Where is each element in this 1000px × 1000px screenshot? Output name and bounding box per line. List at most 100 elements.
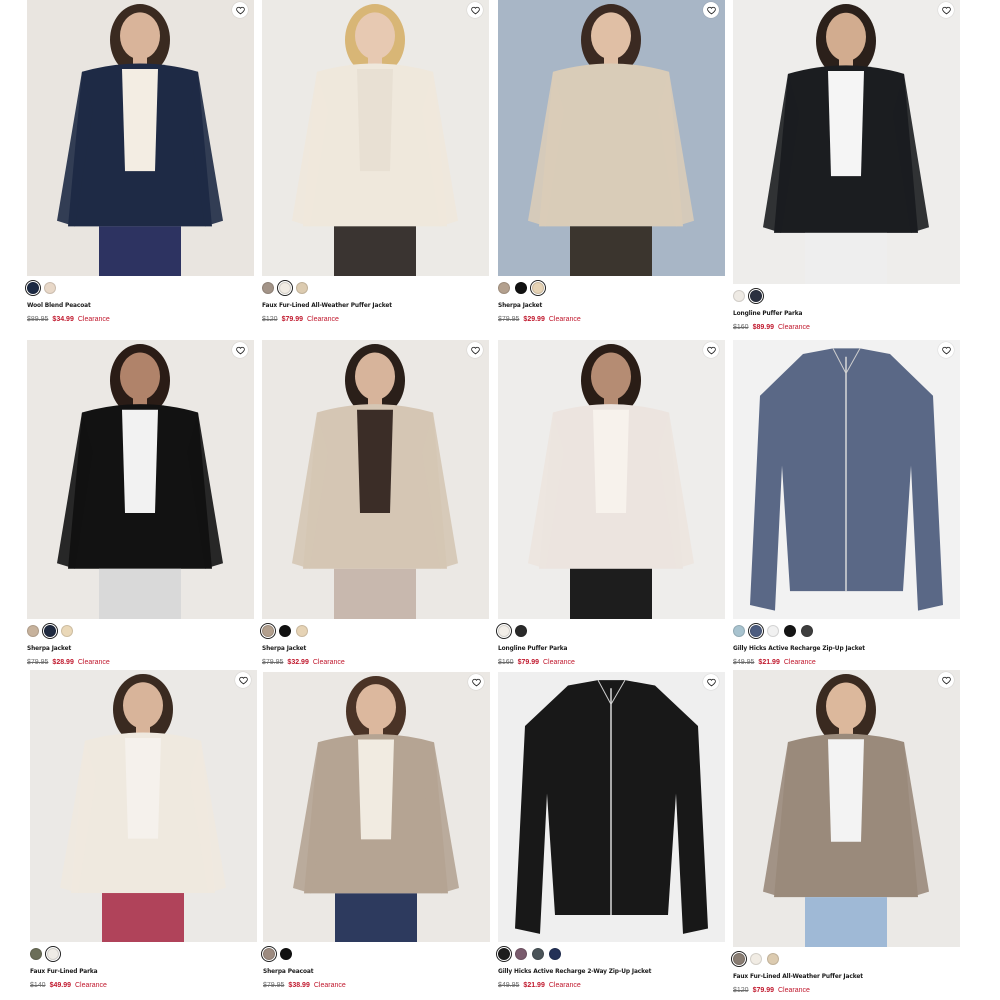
product-image[interactable] — [733, 340, 960, 619]
product-card[interactable]: Faux Fur-Lined Parka $140 $49.99 Clearance — [30, 670, 257, 995]
favorite-heart-icon[interactable] — [703, 342, 719, 358]
sale-price: $79.99 — [281, 316, 303, 323]
color-swatch[interactable] — [733, 625, 745, 637]
favorite-heart-icon[interactable] — [468, 674, 484, 690]
sale-price: $29.99 — [523, 316, 545, 323]
color-swatches — [262, 280, 489, 296]
product-name[interactable]: Faux Fur-Lined Parka — [30, 967, 257, 975]
product-name[interactable]: Faux Fur-Lined All-Weather Puffer Jacket — [733, 972, 960, 980]
product-image[interactable] — [733, 0, 960, 284]
color-swatch[interactable] — [279, 625, 291, 637]
product-image[interactable] — [263, 672, 490, 942]
color-swatch[interactable] — [296, 625, 308, 637]
color-swatch[interactable] — [515, 948, 527, 960]
product-prices: $79.95 $28.99 Clearance — [27, 659, 254, 666]
color-swatch[interactable] — [549, 948, 561, 960]
favorite-heart-icon[interactable] — [235, 672, 251, 688]
color-swatches — [498, 280, 725, 296]
color-swatch[interactable] — [44, 282, 56, 294]
color-swatch[interactable] — [530, 280, 546, 296]
color-swatch[interactable] — [750, 953, 762, 965]
color-swatch[interactable] — [61, 625, 73, 637]
color-swatch[interactable] — [767, 625, 779, 637]
color-swatch[interactable] — [261, 946, 277, 962]
product-name[interactable]: Sherpa Jacket — [262, 644, 489, 652]
product-card[interactable]: Sherpa Jacket $79.95 $32.99 Clearance — [260, 340, 489, 672]
color-swatch[interactable] — [30, 948, 42, 960]
product-card[interactable]: Faux Fur-Lined All-Weather Puffer Jacket… — [262, 0, 489, 329]
color-swatch[interactable] — [748, 623, 764, 639]
product-card[interactable]: Sherpa Jacket $79.95 $28.99 Clearance — [27, 340, 254, 672]
product-name[interactable]: Longline Puffer Parka — [733, 309, 960, 317]
color-swatch[interactable] — [801, 625, 813, 637]
product-name[interactable]: Wool Blend Peacoat — [27, 301, 254, 309]
sale-price: $28.99 — [52, 659, 74, 666]
product-name[interactable]: Sherpa Jacket — [498, 301, 725, 309]
product-name[interactable]: Gilly Hicks Active Recharge 2-Way Zip-Up… — [498, 967, 725, 975]
color-swatch[interactable] — [496, 946, 512, 962]
product-name[interactable]: Faux Fur-Lined All-Weather Puffer Jacket — [262, 301, 489, 309]
favorite-heart-icon[interactable] — [703, 2, 719, 18]
original-price: $120 — [733, 987, 749, 994]
product-info: Gilly Hicks Active Recharge Zip-Up Jacke… — [733, 619, 960, 672]
color-swatch[interactable] — [731, 951, 747, 967]
product-image[interactable] — [262, 340, 489, 619]
product-name[interactable]: Longline Puffer Parka — [498, 644, 725, 652]
color-swatch[interactable] — [532, 948, 544, 960]
favorite-heart-icon[interactable] — [232, 2, 248, 18]
sale-price: $89.99 — [752, 324, 774, 331]
favorite-heart-icon[interactable] — [232, 342, 248, 358]
original-price: $79.95 — [262, 659, 284, 666]
product-image[interactable] — [27, 340, 254, 619]
color-swatch[interactable] — [260, 623, 276, 639]
product-image[interactable] — [27, 0, 254, 276]
sale-price: $21.99 — [758, 659, 780, 666]
product-image[interactable] — [498, 672, 725, 942]
color-swatch[interactable] — [262, 282, 274, 294]
product-name[interactable]: Gilly Hicks Active Recharge Zip-Up Jacke… — [733, 644, 960, 652]
product-grid: Wool Blend Peacoat $89.95 $34.99 Clearance … — [0, 0, 1000, 1000]
product-image[interactable] — [262, 0, 489, 276]
product-card[interactable]: Longline Puffer Parka $160 $79.99 Clearance — [496, 340, 725, 672]
clearance-label: Clearance — [307, 316, 339, 323]
product-card[interactable]: Wool Blend Peacoat $89.95 $34.99 Clearance — [25, 0, 254, 329]
product-image[interactable] — [498, 0, 725, 276]
favorite-heart-icon[interactable] — [467, 342, 483, 358]
color-swatch[interactable] — [280, 948, 292, 960]
product-card[interactable]: Sherpa Peacoat $79.95 $38.99 Clearance — [261, 672, 490, 995]
favorite-heart-icon[interactable] — [938, 672, 954, 688]
color-swatch[interactable] — [277, 280, 293, 296]
product-info: Longline Puffer Parka $160 $79.99 Clearance — [496, 619, 725, 672]
color-swatch[interactable] — [515, 282, 527, 294]
product-image[interactable] — [498, 340, 725, 619]
sale-price: $79.99 — [517, 659, 539, 666]
color-swatch[interactable] — [296, 282, 308, 294]
color-swatch[interactable] — [42, 623, 58, 639]
color-swatch[interactable] — [496, 623, 512, 639]
product-card[interactable]: Gilly Hicks Active Recharge 2-Way Zip-Up… — [496, 672, 725, 995]
favorite-heart-icon[interactable] — [938, 342, 954, 358]
product-card[interactable]: Faux Fur-Lined All-Weather Puffer Jacket… — [731, 670, 960, 1000]
product-name[interactable]: Sherpa Peacoat — [263, 967, 490, 975]
product-card[interactable]: Longline Puffer Parka $160 $89.99 Clearance — [733, 0, 960, 337]
color-swatch[interactable] — [733, 290, 745, 302]
product-image[interactable] — [733, 670, 960, 947]
color-swatch[interactable] — [767, 953, 779, 965]
favorite-heart-icon[interactable] — [938, 2, 954, 18]
color-swatch[interactable] — [784, 625, 796, 637]
product-card[interactable]: Gilly Hicks Active Recharge Zip-Up Jacke… — [733, 340, 960, 672]
color-swatch[interactable] — [748, 288, 764, 304]
color-swatch[interactable] — [515, 625, 527, 637]
clearance-label: Clearance — [548, 316, 581, 323]
product-card[interactable]: Sherpa Jacket $79.95 $29.99 Clearance — [498, 0, 725, 329]
color-swatch[interactable] — [25, 280, 41, 296]
color-swatch[interactable] — [498, 282, 510, 294]
color-swatch[interactable] — [45, 946, 61, 962]
favorite-heart-icon[interactable] — [703, 674, 719, 690]
product-image[interactable] — [30, 670, 257, 942]
product-name[interactable]: Sherpa Jacket — [27, 644, 254, 652]
product-info: Faux Fur-Lined All-Weather Puffer Jacket… — [262, 276, 489, 329]
product-prices: $89.95 $34.99 Clearance — [27, 316, 254, 323]
favorite-heart-icon[interactable] — [467, 2, 483, 18]
color-swatch[interactable] — [27, 625, 39, 637]
